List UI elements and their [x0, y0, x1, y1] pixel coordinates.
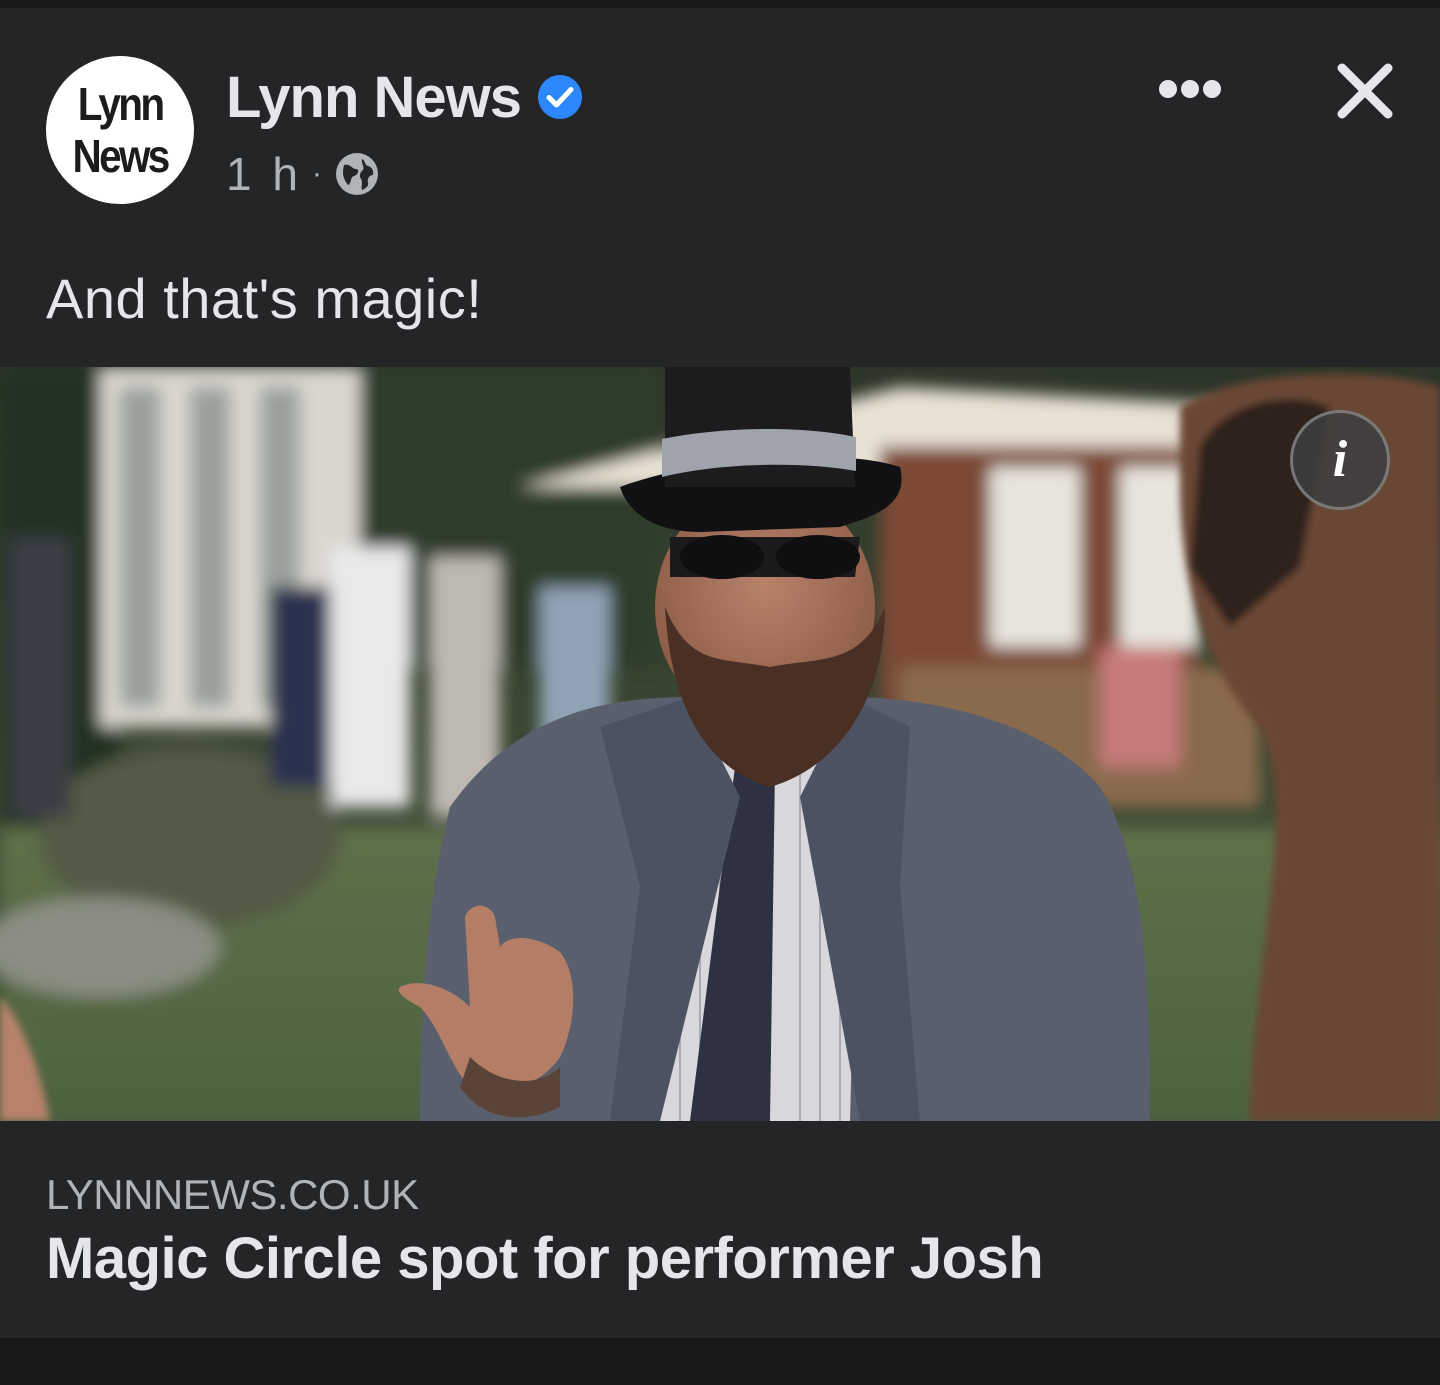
verified-badge-icon — [537, 74, 583, 120]
globe-icon — [334, 151, 380, 197]
post-card: Lynn News Lynn News 1 h · And that's mag… — [0, 8, 1440, 1338]
post-meta: 1 h · — [226, 146, 380, 202]
post-timestamp[interactable]: 1 h — [226, 147, 302, 201]
post-header: Lynn News Lynn News 1 h · — [0, 8, 1440, 238]
more-options-button[interactable] — [1150, 64, 1230, 118]
link-domain: LYNNNEWS.CO.UK — [46, 1171, 419, 1218]
post-photo[interactable] — [0, 367, 1440, 1121]
post-caption: And that's magic! — [46, 267, 483, 330]
more-horizontal-icon — [1158, 79, 1222, 104]
close-icon — [1330, 63, 1400, 130]
photo-info-button[interactable]: i — [1290, 410, 1390, 510]
link-headline: Magic Circle spot for performer Josh — [46, 1226, 1044, 1291]
meta-separator: · — [311, 157, 322, 190]
author-name[interactable]: Lynn News — [226, 64, 522, 131]
avatar-text-line1: Lynn — [77, 78, 165, 130]
info-icon: i — [1332, 431, 1348, 488]
avatar[interactable]: Lynn News — [46, 56, 194, 204]
link-preview[interactable]: LYNNNEWS.CO.UK Magic Circle spot for per… — [0, 1121, 1440, 1338]
page: Lynn News Lynn News 1 h · And that's mag… — [0, 0, 1440, 1385]
photo-illustration — [0, 367, 1440, 1121]
author-row: Lynn News — [226, 62, 583, 132]
close-button[interactable] — [1330, 56, 1400, 126]
avatar-text-line2: News — [72, 130, 170, 182]
